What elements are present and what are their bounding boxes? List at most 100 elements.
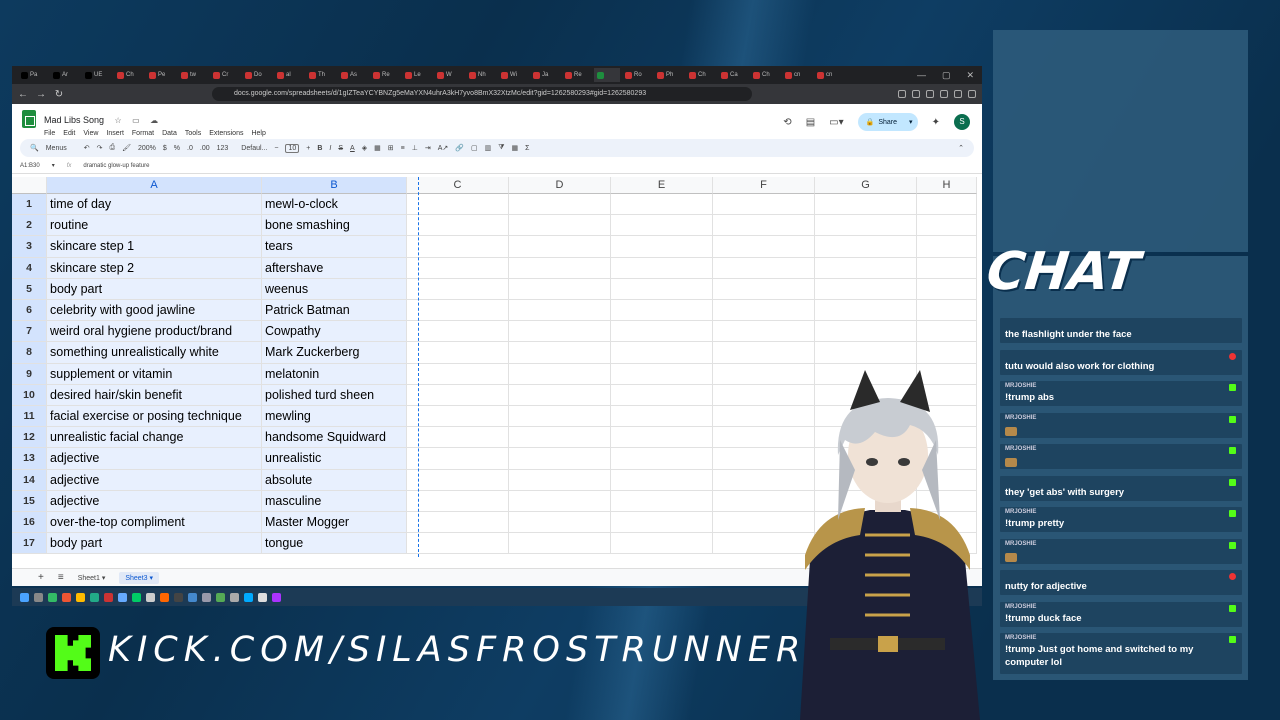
cell[interactable] — [917, 300, 977, 322]
cell-b[interactable]: mewl-o-clock — [262, 194, 407, 216]
cell[interactable] — [407, 427, 509, 449]
cell[interactable] — [713, 278, 815, 300]
doc-title[interactable]: Mad Libs Song — [44, 115, 104, 125]
row-header[interactable]: 3 — [12, 236, 47, 258]
cell[interactable] — [509, 342, 611, 364]
insert-comment-icon[interactable]: ▢ — [471, 144, 478, 152]
cell[interactable] — [509, 490, 611, 512]
row-header[interactable]: 11 — [12, 406, 47, 428]
cell[interactable] — [407, 194, 509, 216]
vertical-align-icon[interactable]: ⊥ — [412, 144, 418, 152]
cell[interactable] — [815, 321, 917, 343]
chat-username[interactable]: MRJOSHIE — [1005, 604, 1237, 612]
chat-username[interactable]: MRJOSHIE — [1005, 541, 1237, 549]
cell-a[interactable]: over-the-top compliment — [47, 512, 262, 534]
cell[interactable] — [611, 406, 713, 428]
cell[interactable] — [917, 236, 977, 258]
cell[interactable] — [611, 236, 713, 258]
cloud-status-icon[interactable]: ☁ — [150, 116, 158, 125]
cell-b[interactable]: polished turd sheen — [262, 384, 407, 406]
taskbar-app-icon[interactable] — [216, 592, 225, 602]
taskbar-app-icon[interactable] — [160, 592, 169, 602]
column-header-b[interactable]: B — [262, 177, 407, 194]
browser-tab[interactable]: Ja — [530, 68, 560, 82]
browser-tab[interactable]: Ph — [654, 68, 684, 82]
cell[interactable] — [713, 257, 815, 279]
menu-item-help[interactable]: Help — [251, 130, 265, 137]
cell[interactable] — [509, 363, 611, 385]
taskbar-app-icon[interactable] — [258, 592, 267, 602]
browser-tab[interactable]: Th — [306, 68, 336, 82]
borders-icon[interactable]: ▦ — [374, 144, 381, 152]
reload-icon[interactable]: ↻ — [54, 89, 64, 100]
taskbar-app-icon[interactable] — [34, 592, 43, 602]
cell[interactable] — [815, 257, 917, 279]
cell-b[interactable]: absolute — [262, 469, 407, 491]
undo-icon[interactable]: ↶ — [84, 144, 90, 152]
add-sheet-button[interactable]: + — [38, 572, 44, 583]
fill-color-icon[interactable]: ◈ — [362, 144, 367, 152]
cell[interactable] — [815, 342, 917, 364]
sheets-logo-icon[interactable] — [22, 110, 36, 128]
name-box[interactable]: A1:B30 — [20, 163, 40, 169]
cell-a[interactable]: body part — [47, 533, 262, 555]
extension-icon[interactable] — [912, 90, 920, 98]
paint-format-icon[interactable]: 🖌 — [122, 144, 131, 152]
cell-a[interactable]: time of day — [47, 194, 262, 216]
font-size-increase[interactable]: + — [306, 145, 310, 152]
cell[interactable] — [815, 194, 917, 216]
comments-icon[interactable]: ▤ — [806, 117, 815, 128]
chat-username[interactable]: MRJOSHIE — [1005, 446, 1237, 454]
font-size-field[interactable]: 10 — [285, 143, 300, 153]
cell[interactable] — [509, 406, 611, 428]
chat-username[interactable] — [1005, 352, 1237, 360]
chevron-down-icon[interactable]: ▾ — [52, 162, 55, 169]
cell-a[interactable]: adjective — [47, 469, 262, 491]
cell-b[interactable]: Patrick Batman — [262, 300, 407, 322]
gemini-icon[interactable]: ✦ — [932, 117, 940, 128]
cell[interactable] — [509, 321, 611, 343]
row-header[interactable]: 13 — [12, 448, 47, 470]
taskbar-app-icon[interactable] — [104, 592, 113, 602]
cell-a[interactable]: skincare step 1 — [47, 236, 262, 258]
cell[interactable] — [407, 300, 509, 322]
browser-tab[interactable]: cn — [782, 68, 812, 82]
cell-a[interactable]: adjective — [47, 490, 262, 512]
meet-icon[interactable]: ▭▾ — [829, 117, 843, 128]
taskbar-app-icon[interactable] — [146, 592, 155, 602]
row-header[interactable]: 9 — [12, 363, 47, 385]
cell[interactable] — [611, 194, 713, 216]
taskbar-app-icon[interactable] — [132, 592, 141, 602]
taskbar-app-icon[interactable] — [174, 592, 183, 602]
cell[interactable] — [611, 342, 713, 364]
cell-a[interactable]: skincare step 2 — [47, 257, 262, 279]
cell[interactable] — [407, 321, 509, 343]
cell-a[interactable]: desired hair/skin benefit — [47, 384, 262, 406]
row-header[interactable]: 7 — [12, 321, 47, 343]
cell[interactable] — [407, 448, 509, 470]
row-header[interactable]: 6 — [12, 300, 47, 322]
cell[interactable] — [407, 342, 509, 364]
cell[interactable] — [611, 448, 713, 470]
print-icon[interactable]: ⎙ — [109, 144, 115, 152]
column-header-h[interactable]: H — [917, 177, 977, 194]
cell[interactable] — [917, 278, 977, 300]
chat-username[interactable] — [1005, 478, 1237, 486]
cell[interactable] — [611, 384, 713, 406]
taskbar-app-icon[interactable] — [230, 592, 239, 602]
row-header[interactable]: 8 — [12, 342, 47, 364]
cell[interactable] — [611, 427, 713, 449]
browser-tab[interactable]: As — [338, 68, 368, 82]
browser-tab[interactable]: Re — [370, 68, 400, 82]
chat-username[interactable] — [1005, 320, 1237, 328]
cell[interactable] — [407, 512, 509, 534]
row-header[interactable]: 17 — [12, 533, 47, 555]
row-header[interactable]: 1 — [12, 194, 47, 216]
cell-a[interactable]: body part — [47, 278, 262, 300]
cell[interactable] — [611, 215, 713, 237]
cell[interactable] — [611, 321, 713, 343]
percent-button[interactable]: % — [174, 145, 180, 152]
cell-b[interactable]: aftershave — [262, 257, 407, 279]
cell[interactable] — [713, 321, 815, 343]
extension-icon[interactable] — [954, 90, 962, 98]
